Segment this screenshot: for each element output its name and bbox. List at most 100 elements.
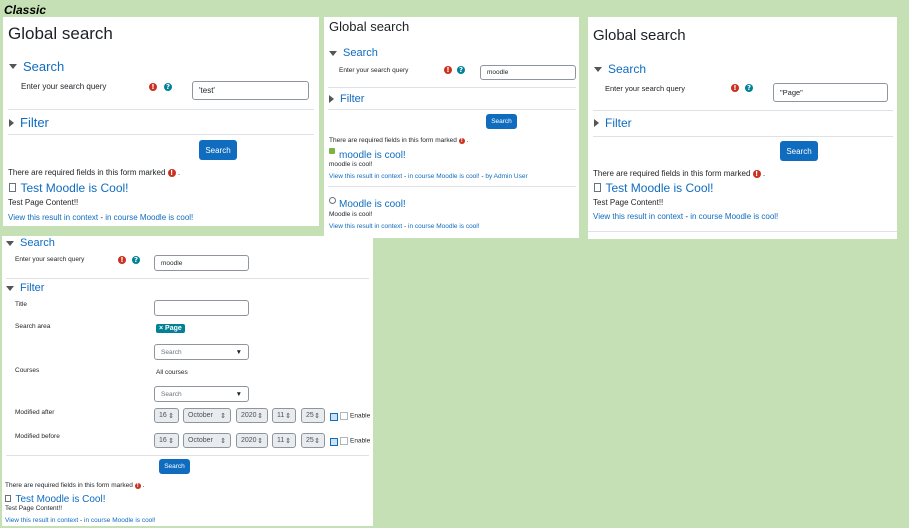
updown-icon: ⇕ xyxy=(285,437,291,445)
chevron-down-icon xyxy=(594,66,602,72)
updown-icon: ⇕ xyxy=(257,437,263,445)
search-area-tag[interactable]: × Page xyxy=(156,324,185,333)
required-icon: ! xyxy=(167,169,176,177)
required-icon: ! xyxy=(118,256,126,264)
result-title-link[interactable]: Moodle is cool! xyxy=(339,199,406,210)
enable-checkbox[interactable] xyxy=(340,412,348,420)
updown-icon: ⇕ xyxy=(285,412,291,420)
author-link[interactable]: by Admin User xyxy=(485,173,527,180)
search-section-label: Search xyxy=(608,62,647,76)
context-link[interactable]: View this result in context xyxy=(329,223,402,230)
before-month-select[interactable]: October ⇕ xyxy=(183,433,231,448)
modified-before-label: Modified before xyxy=(15,433,60,440)
search-button[interactable]: Search xyxy=(159,459,190,474)
result-title-link[interactable]: Test Moodle is Cool! xyxy=(20,181,128,195)
search-button[interactable]: Search xyxy=(780,141,818,161)
after-month-value: October xyxy=(188,412,213,419)
page-title: Global search xyxy=(593,27,686,44)
result-title-row: Test Moodle is Cool! xyxy=(9,179,129,197)
search-input[interactable]: moodle xyxy=(480,65,576,80)
before-hour-select[interactable]: 11 ⇕ xyxy=(272,433,296,448)
context-link[interactable]: View this result in context xyxy=(329,173,402,180)
help-icon[interactable]: ? xyxy=(164,83,172,91)
result-title-link[interactable]: moodle is cool! xyxy=(339,150,406,161)
context-link[interactable]: View this result in context xyxy=(5,517,78,524)
enable-label: Enable xyxy=(350,437,371,445)
search-section-toggle[interactable]: Search xyxy=(6,237,55,249)
required-note: There are required fields in this form m… xyxy=(8,168,181,177)
result-content: Moodle is cool! xyxy=(329,211,373,218)
search-input[interactable]: moodle xyxy=(154,255,249,271)
before-day-value: 16 xyxy=(159,437,167,444)
course-link[interactable]: in course Moodle is cool! xyxy=(105,213,193,222)
help-icon[interactable]: ? xyxy=(745,84,753,92)
courses-select[interactable]: Search ▼ xyxy=(154,386,249,402)
calendar-icon[interactable] xyxy=(330,413,338,421)
search-button[interactable]: Search xyxy=(199,140,237,160)
query-label: Enter your search query xyxy=(605,84,686,93)
result-title-link[interactable]: Test Moodle is Cool! xyxy=(605,181,713,195)
title-input[interactable] xyxy=(154,300,249,316)
after-hour-select[interactable]: 11 ⇕ xyxy=(272,408,296,423)
enable-label: Enable xyxy=(350,412,371,420)
course-link[interactable]: in course Moodle is cool! xyxy=(408,173,480,180)
course-link[interactable]: in course Moodle is cool! xyxy=(84,517,156,524)
enable-checkbox[interactable] xyxy=(340,437,348,445)
after-day-select[interactable]: 16 ⇕ xyxy=(154,408,179,423)
search-area-select[interactable]: Search ▼ xyxy=(154,344,249,360)
after-day-value: 16 xyxy=(159,412,167,419)
search-section-toggle[interactable]: Search xyxy=(9,59,64,74)
context-link[interactable]: View this result in context xyxy=(8,213,98,222)
page-icon xyxy=(9,183,16,192)
chevron-down-icon xyxy=(9,64,17,69)
before-year-value: 2020 xyxy=(241,437,257,444)
search-input[interactable]: 'test' xyxy=(192,81,309,100)
filter-section-toggle[interactable]: Filter xyxy=(329,93,364,105)
context-link[interactable]: View this result in context xyxy=(593,212,683,221)
search-section-toggle[interactable]: Search xyxy=(329,47,378,59)
required-note-text: There are required fields in this form m… xyxy=(593,169,751,178)
filter-section-label: Filter xyxy=(605,116,632,130)
after-month-select[interactable]: October ⇕ xyxy=(183,408,231,423)
before-minute-select[interactable]: 25 ⇕ xyxy=(301,433,325,448)
search-section-label: Search xyxy=(23,59,65,74)
filter-section-toggle[interactable]: Filter xyxy=(594,116,632,130)
after-year-select[interactable]: 2020 ⇕ xyxy=(236,408,268,423)
updown-icon: ⇕ xyxy=(220,437,226,445)
before-day-select[interactable]: 16 ⇕ xyxy=(154,433,179,448)
course-link[interactable]: in course Moodle is cool! xyxy=(408,223,480,230)
calendar-icon[interactable] xyxy=(330,438,338,446)
course-link[interactable]: in course Moodle is cool! xyxy=(690,212,778,221)
before-year-select[interactable]: 2020 ⇕ xyxy=(236,433,268,448)
filter-section-label: Filter xyxy=(340,93,365,105)
divider xyxy=(588,231,897,232)
before-minute-value: 25 xyxy=(306,437,314,444)
page-icon xyxy=(594,183,601,192)
search-input[interactable]: "Page" xyxy=(773,83,888,102)
divider xyxy=(6,278,369,279)
help-icon[interactable]: ? xyxy=(132,256,140,264)
courses-label: Courses xyxy=(15,367,40,374)
result-content: Test Page Content!! xyxy=(5,505,63,512)
before-month-value: October xyxy=(188,437,213,444)
filter-section-toggle[interactable]: Filter xyxy=(6,282,44,294)
chevron-right-icon xyxy=(329,95,334,103)
before-enable[interactable]: Enable xyxy=(340,437,370,445)
search-panel-4: Search Enter your search query ! ? moodl… xyxy=(2,236,373,526)
query-label: Enter your search query xyxy=(15,256,85,263)
search-panel-1: Global search Search Enter your search q… xyxy=(3,17,319,226)
required-note-text: There are required fields in this form m… xyxy=(5,482,133,489)
result-title-link[interactable]: Test Moodle is Cool! xyxy=(15,494,105,505)
chevron-down-icon xyxy=(6,240,14,246)
after-minute-select[interactable]: 25 ⇕ xyxy=(301,408,325,423)
after-enable[interactable]: Enable xyxy=(340,412,370,420)
help-icon[interactable]: ? xyxy=(457,66,465,74)
search-button[interactable]: Search xyxy=(486,114,517,129)
dropdown-arrow-icon: ▼ xyxy=(235,348,242,356)
search-section-toggle[interactable]: Search xyxy=(594,62,646,76)
result-links: View this result in context - in course … xyxy=(329,173,528,180)
filter-section-toggle[interactable]: Filter xyxy=(9,115,49,130)
result-links: View this result in context - in course … xyxy=(5,517,156,524)
chevron-right-icon xyxy=(594,119,599,127)
result-title-row: Moodle is cool! xyxy=(329,194,406,212)
